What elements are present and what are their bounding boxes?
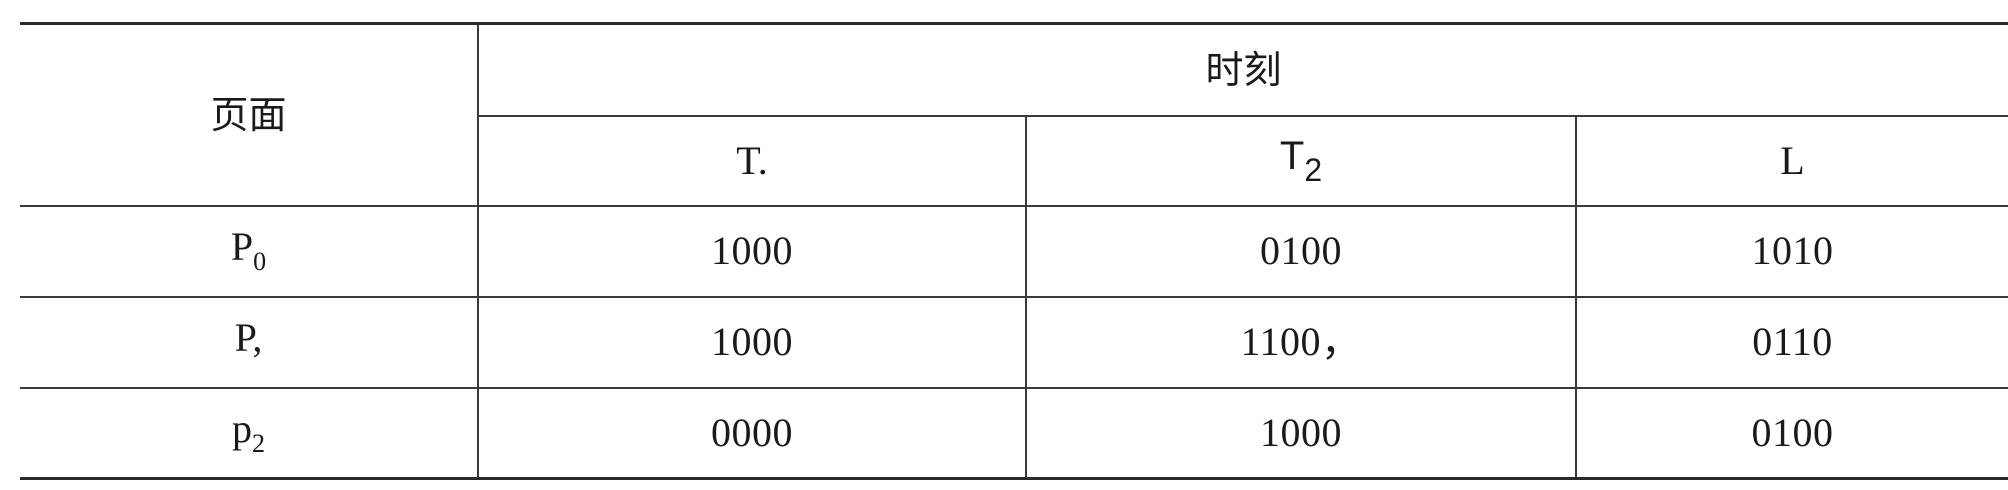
header-row-group: 页面 时刻: [20, 22, 2008, 207]
time-column-label-2-sub: 2: [1304, 151, 1323, 188]
table-row: P, 1000 1100， 0110: [20, 296, 2008, 389]
table-cell: 1000: [1026, 387, 1577, 480]
page-name-main: P,: [234, 315, 263, 360]
table-cell: 0110: [1576, 296, 2008, 389]
table-cell: 1000: [478, 296, 1027, 389]
page-name-main: P: [230, 224, 254, 269]
page-header-label: 页面: [210, 92, 287, 137]
page-column-header: 页面: [20, 22, 479, 207]
page-reference-table: 页面 时刻 T. T2 L P0 1000 0100 1010 P, 1000 …: [20, 22, 2008, 480]
page-name-main: p: [232, 405, 252, 451]
time-column-label-2-main: T: [1279, 133, 1305, 178]
page-name-sub: 0: [253, 247, 267, 276]
table-cell: 0100: [1026, 205, 1577, 298]
table-row: P0 1000 0100 1010: [20, 205, 2008, 298]
time-group-header: 时刻: [478, 22, 2008, 117]
page-name-cell: p2: [20, 387, 479, 480]
page-name-cell: P0: [20, 205, 479, 298]
time-column-label-1: T.: [736, 137, 768, 183]
time-header-label: 时刻: [1205, 47, 1282, 92]
table-cell: 0000: [478, 387, 1027, 480]
table-row: p2 0000 1000 0100: [20, 387, 2008, 480]
time-column-label-3: L: [1780, 137, 1805, 183]
page-name-cell: P,: [20, 296, 479, 389]
time-column-label-2: T2: [1279, 133, 1322, 186]
table-cell: 1100，: [1026, 296, 1577, 389]
time-column-header-2: T2: [1026, 115, 1577, 207]
page-name-sub: 2: [252, 428, 265, 458]
time-column-header-1: T.: [478, 115, 1027, 207]
table-cell: 1010: [1576, 205, 2008, 298]
table-cell: 0100: [1576, 387, 2008, 480]
table-cell: 1000: [478, 205, 1027, 298]
time-column-header-3: L: [1576, 115, 2008, 207]
document-page: 页面 时刻 T. T2 L P0 1000 0100 1010 P, 1000 …: [0, 0, 2008, 490]
